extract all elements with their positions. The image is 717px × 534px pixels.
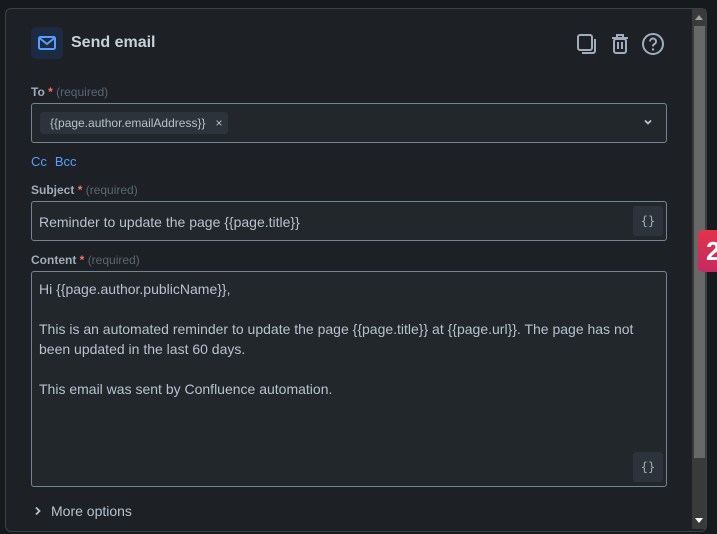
subject-value: Reminder to update the page {{page.title… — [39, 214, 300, 230]
more-options-toggle[interactable]: More options — [34, 503, 132, 519]
chevron-right-icon — [35, 506, 41, 516]
to-select[interactable]: {{page.author.emailAddress}} × — [31, 103, 667, 143]
cc-link[interactable]: Cc — [31, 154, 47, 169]
content-line: This email was sent by Confluence automa… — [39, 381, 333, 397]
scroll-down-icon[interactable] — [695, 518, 703, 523]
notification-badge[interactable]: 2 — [698, 230, 717, 272]
panel-title: Send email — [71, 34, 156, 51]
duplicate-icon[interactable] — [574, 31, 599, 56]
content-line: Hi {{page.author.publicName}}, — [39, 281, 231, 297]
content-textarea[interactable]: Hi {{page.author.publicName}}, This is a… — [31, 271, 667, 487]
recipient-chip: {{page.author.emailAddress}} × — [40, 112, 229, 134]
bcc-link[interactable]: Bcc — [55, 154, 77, 169]
subject-input[interactable]: Reminder to update the page {{page.title… — [31, 201, 667, 241]
insert-smart-value-button[interactable]: {} — [633, 452, 663, 482]
content-line: This is an automated reminder to update … — [39, 321, 634, 357]
mail-icon — [31, 27, 63, 59]
more-options-label: More options — [51, 503, 132, 519]
trash-icon[interactable] — [607, 31, 632, 56]
chip-label: {{page.author.emailAddress}} — [50, 116, 206, 130]
content-label: Content * (required) — [31, 253, 140, 267]
help-icon[interactable] — [640, 31, 665, 56]
insert-smart-value-button[interactable]: {} — [633, 206, 663, 236]
to-label: To * (required) — [31, 85, 109, 99]
scroll-up-icon[interactable] — [695, 15, 703, 20]
subject-label: Subject * (required) — [31, 183, 138, 197]
chip-remove-icon[interactable]: × — [215, 116, 222, 130]
chevron-down-icon[interactable] — [642, 116, 654, 128]
